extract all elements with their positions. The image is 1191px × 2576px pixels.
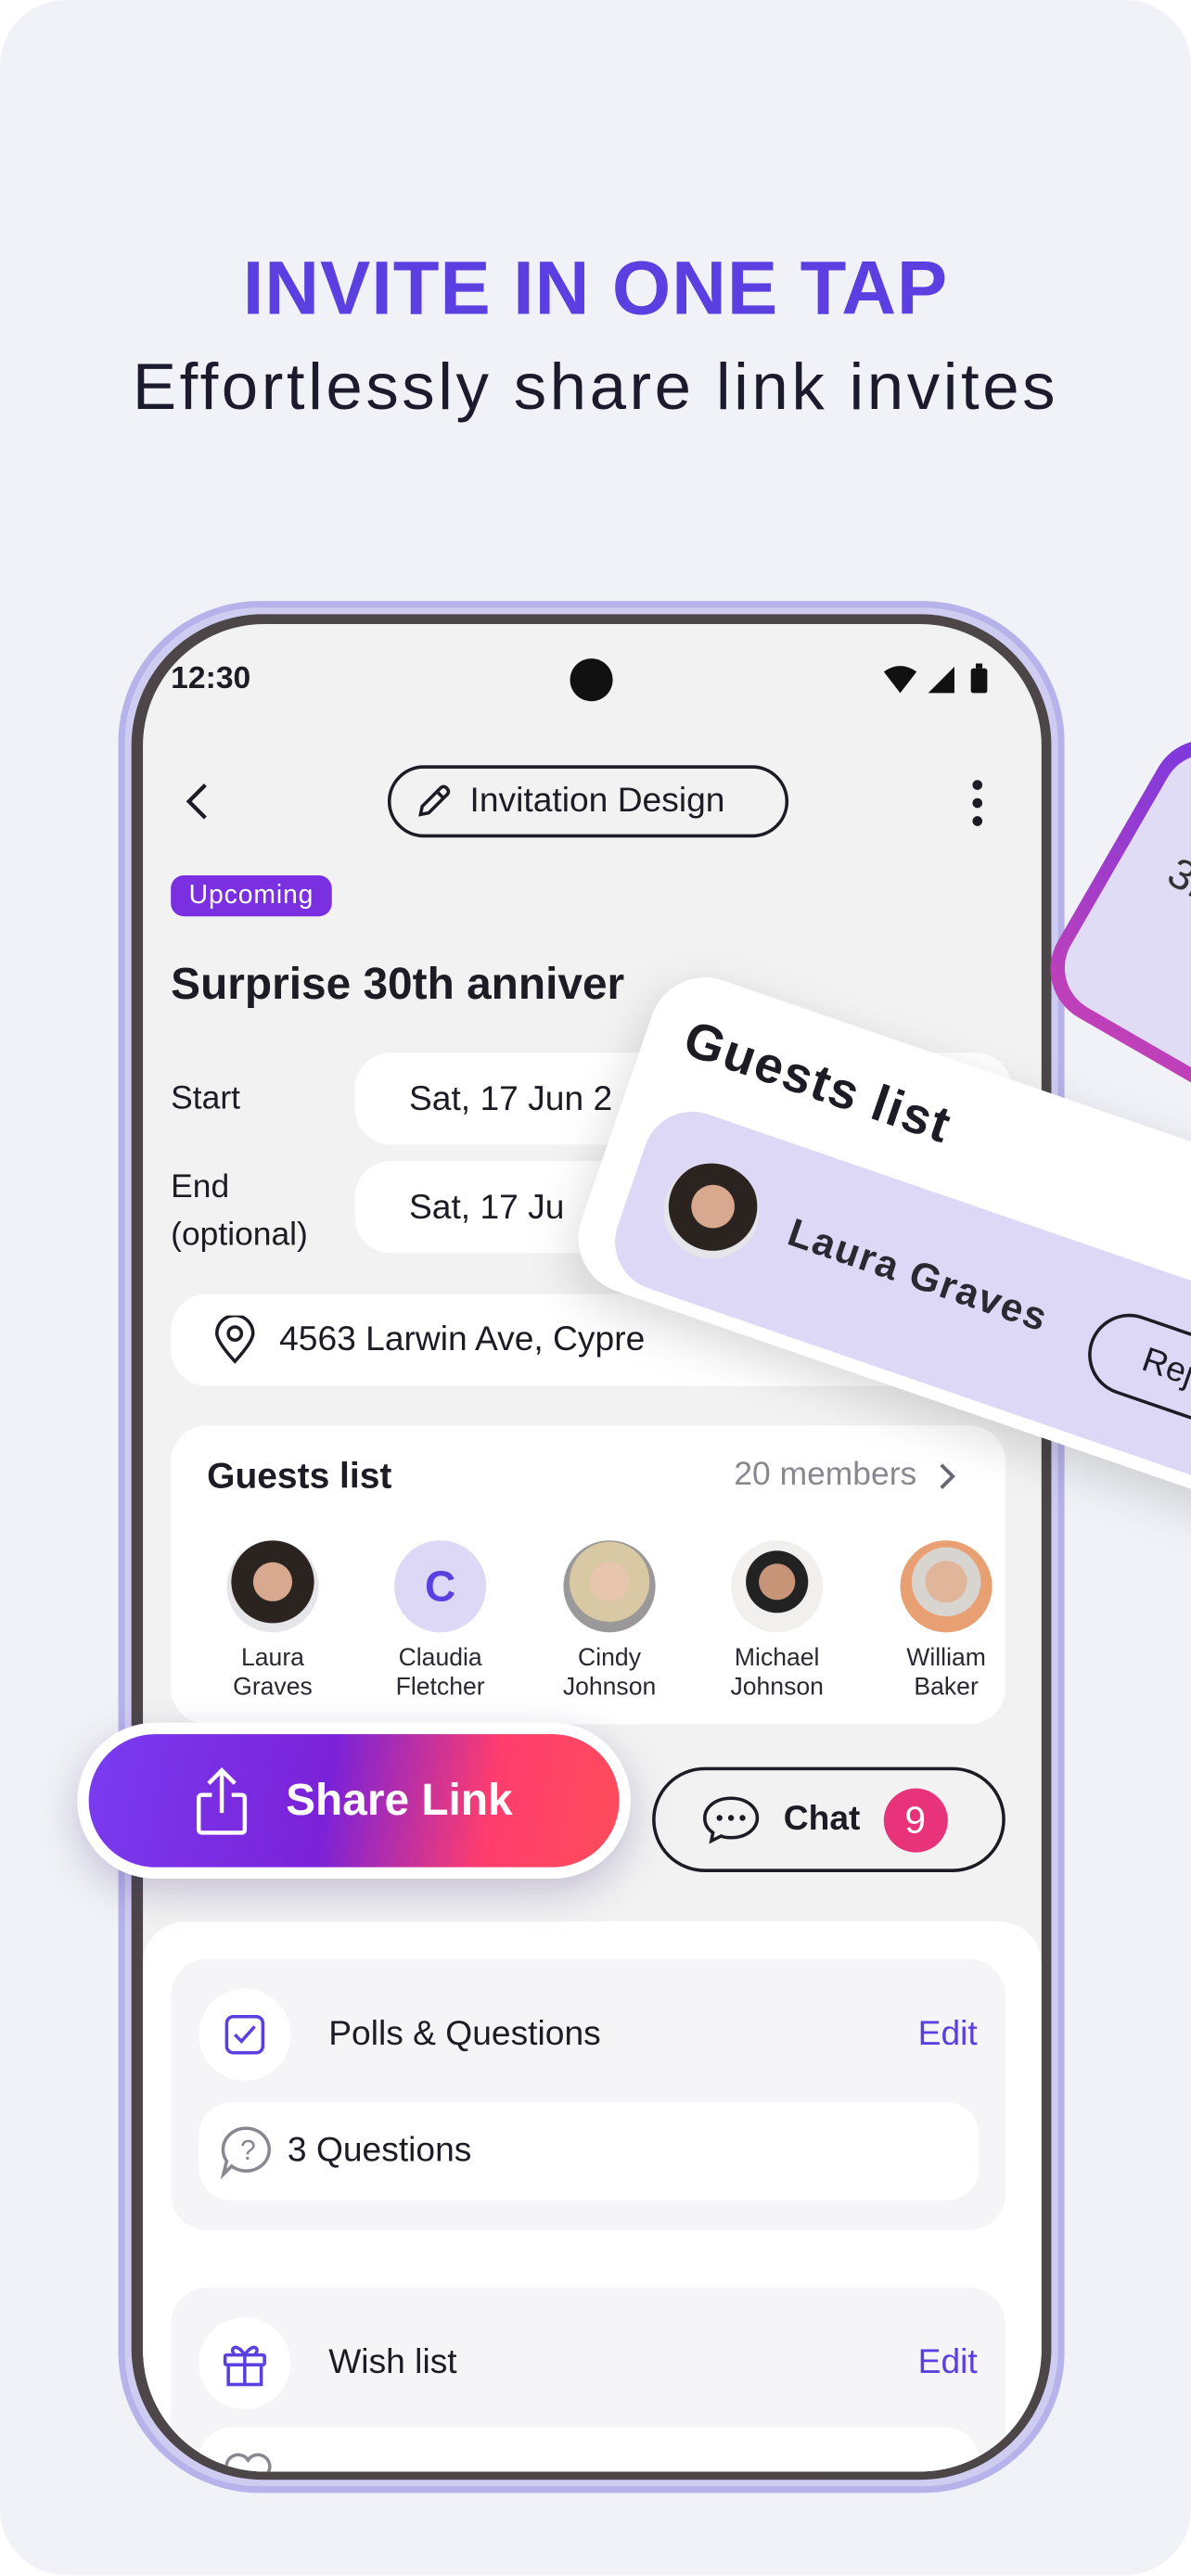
reject-button[interactable]: Reje — [1077, 1302, 1191, 1456]
polls-summary-row[interactable]: ? 3 Questions — [198, 2101, 980, 2201]
chat-icon — [702, 1796, 760, 1844]
guests-title: Guests list — [207, 1455, 392, 1497]
wishlist-summary-row[interactable] — [198, 2427, 980, 2472]
guest-avatar[interactable]: C — [394, 1540, 487, 1633]
end-date-value: Sat, 17 Ju — [408, 1189, 565, 1227]
svg-text:?: ? — [240, 2136, 256, 2166]
invitation-design-button[interactable]: Invitation Design — [387, 765, 789, 838]
guests-card: Guests list 20 members Laura Graves C Claud… — [171, 1425, 1005, 1725]
guest-name: William Baker — [906, 1643, 986, 1702]
guest-avatar[interactable] — [900, 1540, 992, 1633]
share-link-button[interactable]: Share Link — [77, 1722, 632, 1880]
status-icons — [883, 663, 988, 694]
polls-title: Polls & Questions — [328, 2015, 601, 2053]
guest-avatar[interactable] — [731, 1540, 824, 1633]
location-pin-icon — [215, 1315, 255, 1364]
guest-name: Laura Graves — [233, 1643, 313, 1702]
heart-icon — [224, 2453, 272, 2472]
guest-name: Michael Johnson — [730, 1643, 824, 1702]
location-value: 4563 Larwin Ave, Cypre — [279, 1320, 646, 1358]
question-bubble-icon: ? — [220, 2126, 272, 2180]
polls-summary: 3 Questions — [287, 2131, 472, 2170]
status-time: 12:30 — [171, 661, 251, 696]
promo-subline: Effortlessly share link invites — [132, 351, 1059, 424]
chat-button[interactable]: Chat 9 — [652, 1766, 1005, 1872]
guests-count-link[interactable]: 20 members — [734, 1457, 955, 1495]
camera-cutout — [570, 658, 613, 702]
wishlist-icon-circle — [198, 2316, 291, 2410]
promo-screenshot: INVITE IN ONE TAP Effortlessly share lin… — [0, 0, 1191, 2575]
guest-name: Cindy Johnson — [562, 1643, 657, 1702]
guests-count: 20 members — [734, 1456, 917, 1493]
guest-name: Claudia Fletcher — [395, 1643, 485, 1702]
floating-guest-name: Laura Graves — [782, 1210, 1054, 1342]
checkbox-icon — [224, 2015, 265, 2055]
wifi-icon — [883, 666, 917, 694]
wishlist-title: Wish list — [328, 2343, 457, 2381]
guest-avatar[interactable] — [563, 1540, 656, 1633]
status-badge: Upcoming — [171, 874, 332, 917]
wishlist-card: Wish list Edit — [171, 2288, 1005, 2472]
back-icon[interactable] — [183, 782, 215, 822]
end-label: End (optional) — [171, 1168, 308, 1254]
polls-card: Polls & Questions Edit ? 3 Questions — [171, 1958, 1005, 2231]
phone-screen: 12:30 Invitation Design Upcoming Surpris… — [143, 623, 1042, 2472]
wishlist-edit-button[interactable]: Edit — [918, 2343, 978, 2383]
chevron-right-icon — [940, 1462, 955, 1489]
chat-unread-badge: 9 — [883, 1787, 948, 1852]
event-title: Surprise 30th anniver — [171, 959, 625, 1009]
start-label: Start — [171, 1080, 241, 1117]
signal-icon — [928, 667, 954, 694]
more-icon[interactable] — [967, 778, 987, 827]
invitation-design-label: Invitation Design — [469, 781, 725, 820]
gift-icon — [223, 2345, 266, 2387]
share-link-label: Share Link — [286, 1775, 513, 1825]
chat-label: Chat — [783, 1800, 861, 1838]
polls-edit-button[interactable]: Edit — [918, 2015, 978, 2055]
share-icon — [197, 1766, 248, 1834]
polls-icon-circle — [198, 1988, 291, 2081]
reject-label: Reje — [1137, 1341, 1191, 1400]
battery-icon — [970, 668, 988, 694]
guest-avatar — [650, 1150, 773, 1272]
promo-headline: INVITE IN ONE TAP — [242, 244, 949, 330]
start-date-value: Sat, 17 Jun 2 — [408, 1080, 613, 1119]
pencil-icon — [418, 784, 451, 817]
guest-avatar[interactable] — [226, 1540, 319, 1633]
